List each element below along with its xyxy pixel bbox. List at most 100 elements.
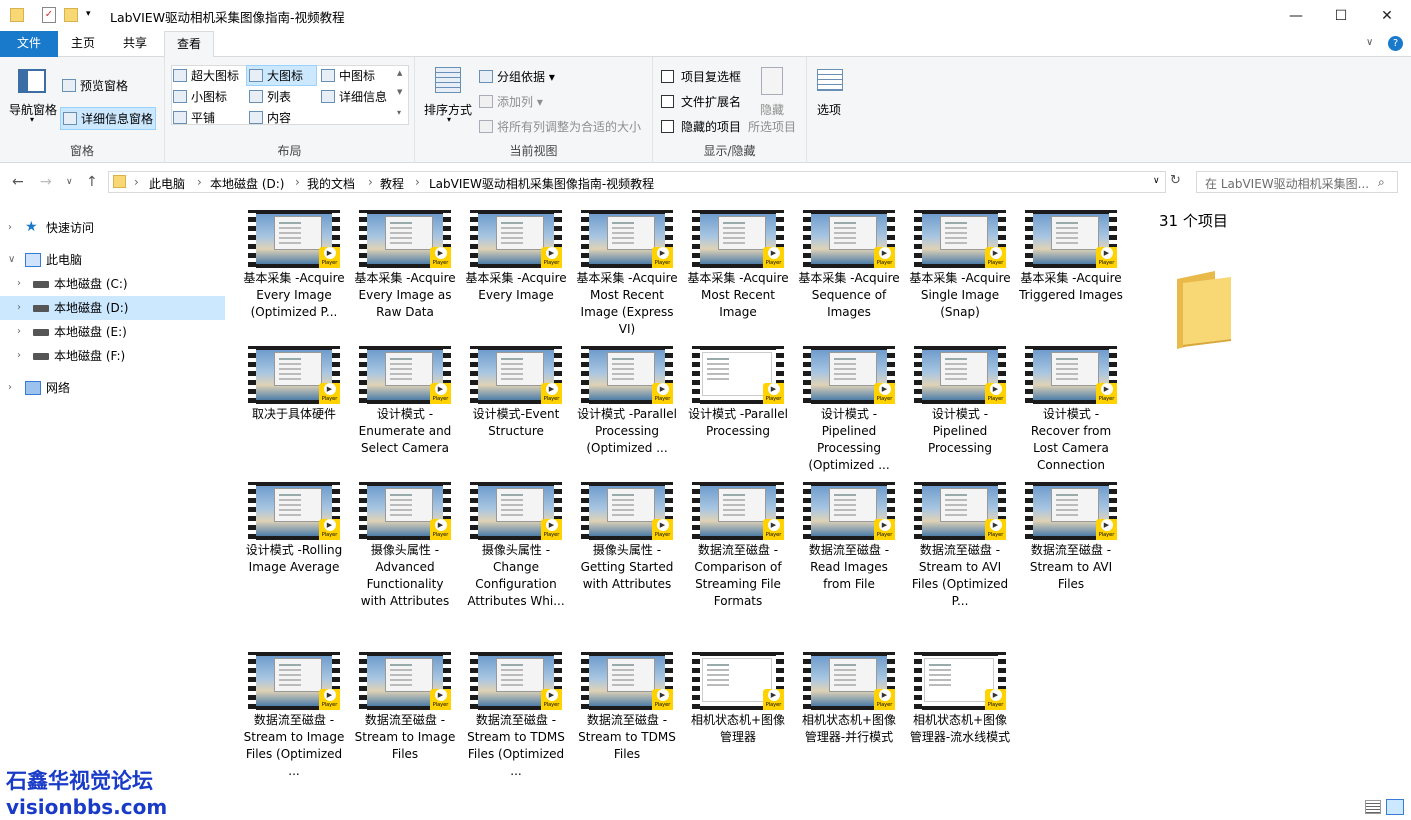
file-item[interactable]: ▶ Player 基本采集 -Acquire Every Image (Optimi…: [242, 210, 346, 321]
layout-list[interactable]: 列表: [249, 88, 291, 105]
file-item[interactable]: ▶ Player 基本采集 -Acquire Most Recent Image (…: [575, 210, 679, 338]
layout-large[interactable]: 大图标: [246, 65, 318, 86]
gallery-scroll-down-icon[interactable]: ▼: [397, 88, 402, 96]
file-item[interactable]: ▶ Player 取决于具体硬件: [242, 346, 346, 423]
file-item[interactable]: ▶ Player 基本采集 -Acquire Single Image (Snap): [908, 210, 1012, 321]
file-item[interactable]: ▶ Player 设计模式 -Rolling Image Average: [242, 482, 346, 576]
expand-arrow-icon[interactable]: ›: [17, 296, 21, 320]
breadcrumb-tutorials[interactable]: 教程: [380, 175, 404, 192]
expand-arrow-icon[interactable]: ›: [8, 376, 12, 400]
details-view-icon[interactable]: [1365, 800, 1381, 814]
sidebar-item-this-pc[interactable]: ∨ 此电脑: [0, 248, 225, 272]
group-by-button[interactable]: 分组依据 ▾: [479, 68, 555, 85]
layout-extra-large[interactable]: 超大图标: [173, 67, 239, 84]
expand-arrow-icon[interactable]: ›: [17, 320, 21, 344]
file-item[interactable]: ▶ Player 相机状态机+图像管理器-流水线模式: [908, 652, 1012, 746]
breadcrumb-this-pc[interactable]: 此电脑: [149, 175, 185, 192]
file-item[interactable]: ▶ Player 数据流至磁盘 -Stream to TDMS Files (Opt…: [464, 652, 568, 780]
file-item[interactable]: ▶ Player 数据流至磁盘 -Stream to Image Files: [353, 652, 457, 763]
expand-arrow-icon[interactable]: ›: [17, 272, 21, 296]
file-item[interactable]: ▶ Player 设计模式 -Parallel Processing (Optimi…: [575, 346, 679, 457]
hidden-items-option[interactable]: 隐藏的项目: [661, 118, 741, 135]
file-item[interactable]: ▶ Player 数据流至磁盘 -Read Images from File: [797, 482, 901, 593]
up-button[interactable]: ↑: [86, 174, 98, 190]
quick-access-dropdown-icon[interactable]: ▾: [86, 9, 91, 27]
file-item[interactable]: ▶ Player 数据流至磁盘 -Stream to TDMS Files: [575, 652, 679, 763]
file-item[interactable]: ▶ Player 设计模式 -Recover from Lost Camera Co…: [1019, 346, 1123, 474]
expand-arrow-icon[interactable]: ›: [8, 216, 12, 240]
sidebar-item-network[interactable]: › 网络: [0, 376, 225, 400]
hidden-items-checkbox[interactable]: [661, 120, 674, 133]
layout-medium[interactable]: 中图标: [321, 67, 375, 84]
large-icons-view-icon[interactable]: [1386, 799, 1404, 815]
file-item[interactable]: ▶ Player 基本采集 -Acquire Every Image: [464, 210, 568, 304]
file-extensions-option[interactable]: 文件扩展名: [661, 93, 741, 110]
tab-share[interactable]: 共享: [112, 31, 158, 57]
breadcrumb-current-folder[interactable]: LabVIEW驱动相机采集图像指南-视频教程: [429, 175, 654, 192]
file-item[interactable]: ▶ Player 数据流至磁盘 -Stream to AVI Files: [1019, 482, 1123, 593]
file-item[interactable]: ▶ Player 设计模式 -Pipelined Processing: [908, 346, 1012, 457]
gallery-more-icon[interactable]: ▾: [397, 108, 401, 117]
search-input[interactable]: 在 LabVIEW驱动相机采集图...: [1196, 171, 1398, 193]
sort-by-dropdown-icon[interactable]: ▾: [447, 115, 451, 124]
file-item[interactable]: ▶ Player 摄像头属性 -Change Configuration Attri…: [464, 482, 568, 610]
back-button[interactable]: ←: [12, 174, 24, 190]
address-dropdown-icon[interactable]: ∨: [1153, 176, 1160, 186]
layout-small[interactable]: 小图标: [173, 88, 227, 105]
new-folder-icon[interactable]: [64, 8, 78, 22]
size-all-columns-button[interactable]: 将所有列调整为合适的大小: [479, 118, 641, 135]
address-box[interactable]: › 此电脑 › 本地磁盘 (D:) › 我的文档 › 教程 › LabVIEW驱…: [108, 171, 1166, 193]
minimize-button[interactable]: —: [1273, 0, 1319, 31]
tab-file[interactable]: 文件: [0, 31, 58, 57]
search-icon[interactable]: ⌕: [1378, 175, 1385, 190]
properties-icon[interactable]: ✓: [42, 7, 56, 23]
sidebar-item-drive-c[interactable]: › 本地磁盘 (C:): [0, 272, 225, 296]
file-item[interactable]: ▶ Player 设计模式-Event Structure: [464, 346, 568, 440]
file-item[interactable]: ▶ Player 设计模式 -Enumerate and Select Camera: [353, 346, 457, 457]
file-item[interactable]: ▶ Player 摄像头属性 -Advanced Functionality wit…: [353, 482, 457, 610]
file-item[interactable]: ▶ Player 数据流至磁盘 -Stream to Image Files (Op…: [242, 652, 346, 780]
breadcrumb-documents[interactable]: 我的文档: [307, 175, 355, 192]
breadcrumb-drive-d[interactable]: 本地磁盘 (D:): [210, 175, 284, 192]
add-columns-button[interactable]: 添加列 ▾: [479, 93, 543, 110]
file-item[interactable]: ▶ Player 数据流至磁盘 -Stream to AVI Files (Opti…: [908, 482, 1012, 610]
item-checkboxes-checkbox[interactable]: [661, 70, 674, 83]
hide-selected-button[interactable]: 隐藏: [760, 101, 784, 118]
sidebar-item-drive-e[interactable]: › 本地磁盘 (E:): [0, 320, 225, 344]
file-item[interactable]: ▶ Player 相机状态机+图像管理器: [686, 652, 790, 746]
sidebar-item-drive-f[interactable]: › 本地磁盘 (F:): [0, 344, 225, 368]
details-pane-button[interactable]: 详细信息窗格: [60, 107, 157, 130]
help-icon[interactable]: ?: [1388, 36, 1403, 51]
collapse-ribbon-icon[interactable]: ∨: [1366, 37, 1373, 48]
file-item[interactable]: ▶ Player 基本采集 -Acquire Every Image as Raw …: [353, 210, 457, 321]
preview-pane-button[interactable]: 预览窗格: [62, 77, 128, 94]
file-item[interactable]: ▶ Player 基本采集 -Acquire Most Recent Image: [686, 210, 790, 321]
options-button[interactable]: 选项: [817, 101, 841, 118]
file-item[interactable]: ▶ Player 相机状态机+图像管理器-并行模式: [797, 652, 901, 746]
tab-home[interactable]: 主页: [60, 31, 106, 57]
file-item[interactable]: ▶ Player 数据流至磁盘 -Comparison of Streaming F…: [686, 482, 790, 610]
layout-content[interactable]: 内容: [249, 109, 291, 126]
recent-locations-icon[interactable]: ∨: [66, 177, 73, 187]
sidebar-item-quick-access[interactable]: › ★ 快速访问: [0, 216, 225, 240]
file-item[interactable]: ▶ Player 设计模式 -Pipelined Processing (Optim…: [797, 346, 901, 474]
collapse-arrow-icon[interactable]: ∨: [8, 248, 15, 272]
size-columns-icon: [479, 120, 493, 133]
nav-pane-dropdown-icon[interactable]: ▾: [30, 115, 34, 124]
close-button[interactable]: ✕: [1364, 0, 1410, 31]
file-item[interactable]: ▶ Player 摄像头属性 -Getting Started with Attri…: [575, 482, 679, 593]
gallery-scroll-up-icon[interactable]: ▲: [397, 69, 402, 77]
layout-tiles[interactable]: 平铺: [173, 109, 215, 126]
sidebar-item-drive-d[interactable]: › 本地磁盘 (D:): [0, 296, 225, 320]
refresh-button[interactable]: ↻: [1170, 173, 1181, 188]
file-item[interactable]: ▶ Player 基本采集 -Acquire Triggered Images: [1019, 210, 1123, 304]
file-item[interactable]: ▶ Player 设计模式 -Parallel Processing: [686, 346, 790, 440]
file-extensions-checkbox[interactable]: [661, 95, 674, 108]
file-item[interactable]: ▶ Player 基本采集 -Acquire Sequence of Images: [797, 210, 901, 321]
tab-view[interactable]: 查看: [164, 31, 214, 58]
layout-details[interactable]: 详细信息: [321, 88, 387, 105]
maximize-button[interactable]: ☐: [1318, 0, 1364, 31]
forward-button[interactable]: →: [40, 174, 52, 190]
item-checkboxes-option[interactable]: 项目复选框: [661, 68, 741, 85]
expand-arrow-icon[interactable]: ›: [17, 344, 21, 368]
